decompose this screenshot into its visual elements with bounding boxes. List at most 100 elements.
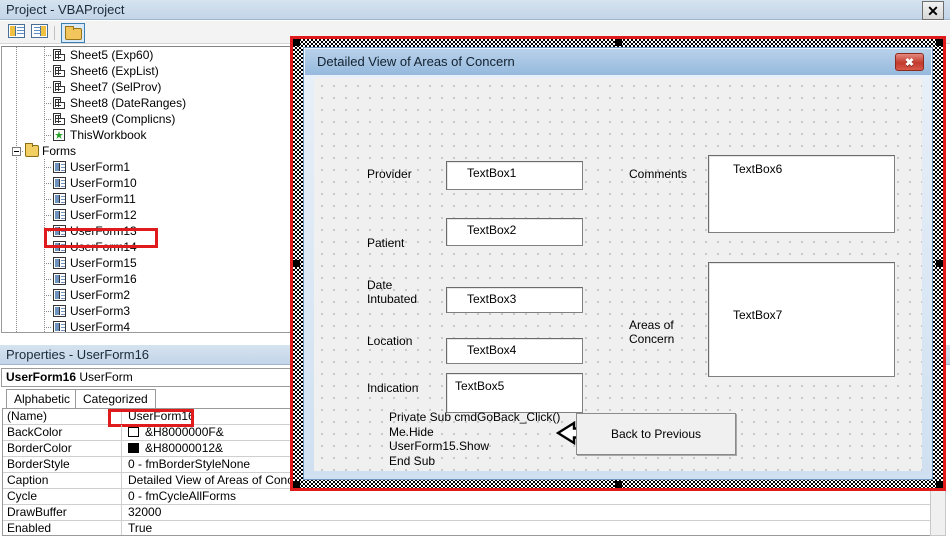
textbox7-text: TextBox7 bbox=[733, 308, 783, 322]
property-row[interactable]: Enabled True bbox=[3, 521, 945, 535]
tab-categorized[interactable]: Categorized bbox=[75, 389, 156, 409]
color-swatch-icon bbox=[128, 443, 139, 453]
view-object-icon bbox=[31, 24, 48, 38]
back-to-previous-button[interactable]: Back to Previous bbox=[576, 413, 736, 455]
tree-guide bbox=[44, 311, 52, 312]
tree-item-userform11[interactable]: UserForm11 bbox=[2, 191, 292, 207]
workbook-icon bbox=[53, 129, 65, 141]
folder-icon bbox=[65, 26, 82, 40]
property-name: BackColor bbox=[3, 425, 122, 441]
tree-item-sheet5-exp60[interactable]: Sheet5 (Exp60) bbox=[2, 47, 292, 63]
tree-guide bbox=[44, 295, 52, 296]
userform-canvas[interactable]: Provider Patient Date Intubated Location… bbox=[314, 78, 922, 471]
tree-guide bbox=[44, 263, 52, 264]
tree-guide bbox=[44, 319, 45, 332]
textbox4[interactable]: TextBox4 bbox=[446, 338, 583, 364]
userform-icon bbox=[53, 321, 66, 332]
userform-icon bbox=[53, 289, 66, 301]
property-row[interactable]: Cycle 0 - fmCycleAllForms bbox=[3, 489, 945, 505]
tree-item-sheet6-explist[interactable]: Sheet6 (ExpList) bbox=[2, 63, 292, 79]
userform-icon bbox=[53, 241, 66, 253]
properties-object-name: UserForm16 bbox=[6, 370, 77, 384]
userform-icon bbox=[53, 273, 66, 285]
tree-guide bbox=[44, 279, 52, 280]
tree-guide bbox=[16, 95, 17, 111]
property-name: Cycle bbox=[3, 489, 122, 505]
userform-designer-window: Detailed View of Areas of Concern ✖ Prov… bbox=[303, 47, 933, 480]
tree-guide bbox=[16, 319, 17, 332]
textbox5[interactable]: TextBox5 bbox=[446, 373, 583, 413]
userform-icon bbox=[53, 193, 66, 205]
property-value[interactable]: True bbox=[123, 521, 945, 535]
textbox6[interactable]: TextBox6 bbox=[708, 155, 895, 233]
tree-item-userform2[interactable]: UserForm2 bbox=[2, 287, 292, 303]
tree-guide bbox=[16, 223, 17, 239]
textbox1[interactable]: TextBox1 bbox=[446, 161, 583, 190]
view-code-icon bbox=[8, 24, 25, 38]
tree-item-label: UserForm14 bbox=[70, 240, 137, 254]
close-icon[interactable]: ✕ bbox=[922, 1, 944, 20]
toggle-folders-button[interactable] bbox=[61, 23, 85, 43]
textbox4-text: TextBox4 bbox=[467, 343, 517, 357]
tree-guide bbox=[44, 327, 52, 328]
property-value[interactable]: 0 - fmCycleAllForms bbox=[123, 489, 945, 505]
tree-guide bbox=[44, 87, 52, 88]
tree-guide bbox=[44, 119, 52, 120]
tree-item-forms[interactable]: Forms bbox=[2, 143, 292, 159]
tree-item-label: Sheet7 (SelProv) bbox=[70, 80, 162, 94]
userform-close-icon[interactable]: ✖ bbox=[895, 53, 924, 71]
tree-item-userform14[interactable]: UserForm14 bbox=[2, 239, 292, 255]
property-value[interactable]: 32000 bbox=[123, 505, 945, 521]
resize-handle[interactable] bbox=[293, 39, 300, 46]
resize-handle[interactable] bbox=[615, 481, 622, 488]
resize-handle[interactable] bbox=[293, 481, 300, 488]
tree-item-label: UserForm13 bbox=[70, 224, 137, 238]
tree-item-userform4[interactable]: UserForm4 bbox=[2, 319, 292, 332]
properties-object-type: UserForm bbox=[79, 370, 133, 384]
tree-item-label: UserForm3 bbox=[70, 304, 131, 318]
view-object-button[interactable] bbox=[31, 24, 50, 41]
tree-item-label: Sheet8 (DateRanges) bbox=[70, 96, 187, 110]
resize-handle[interactable] bbox=[936, 260, 943, 267]
resize-handle[interactable] bbox=[936, 39, 943, 46]
textbox2[interactable]: TextBox2 bbox=[446, 218, 583, 246]
tree-guide bbox=[16, 159, 17, 175]
tree-item-sheet7-selprov[interactable]: Sheet7 (SelProv) bbox=[2, 79, 292, 95]
date-intubated-label: Date Intubated bbox=[367, 278, 418, 306]
tree-item-userform13[interactable]: UserForm13 bbox=[2, 223, 292, 239]
property-name: (Name) bbox=[3, 409, 122, 425]
tree-item-thisworkbook[interactable]: ThisWorkbook bbox=[2, 127, 292, 143]
tab-alphabetic[interactable]: Alphabetic bbox=[6, 389, 79, 409]
project-explorer-titlebar: Project - VBAProject bbox=[0, 0, 950, 20]
textbox2-text: TextBox2 bbox=[467, 223, 517, 237]
sheet-icon bbox=[53, 81, 65, 93]
tree-item-userform3[interactable]: UserForm3 bbox=[2, 303, 292, 319]
tree-item-label: UserForm11 bbox=[70, 192, 136, 206]
tree-item-userform10[interactable]: UserForm10 bbox=[2, 175, 292, 191]
tree-collapse-icon[interactable] bbox=[12, 147, 21, 156]
resize-handle[interactable] bbox=[615, 39, 622, 46]
resize-handle[interactable] bbox=[293, 260, 300, 267]
view-code-button[interactable] bbox=[8, 24, 27, 41]
resize-handle[interactable] bbox=[936, 481, 943, 488]
tree-guide bbox=[16, 303, 17, 319]
textbox7[interactable]: TextBox7 bbox=[708, 262, 895, 377]
tree-item-userform12[interactable]: UserForm12 bbox=[2, 207, 292, 223]
property-row[interactable]: DrawBuffer 32000 bbox=[3, 505, 945, 521]
tree-guide bbox=[44, 71, 52, 72]
textbox3[interactable]: TextBox3 bbox=[446, 287, 583, 313]
tree-item-label: UserForm15 bbox=[70, 256, 137, 270]
tree-item-sheet9-complicns[interactable]: Sheet9 (Complicns) bbox=[2, 111, 292, 127]
tree-guide bbox=[44, 135, 52, 136]
tree-item-userform15[interactable]: UserForm15 bbox=[2, 255, 292, 271]
tree-item-label: Forms bbox=[42, 144, 76, 158]
userform-icon bbox=[53, 161, 66, 173]
tree-item-sheet8-dateranges[interactable]: Sheet8 (DateRanges) bbox=[2, 95, 292, 111]
tree-item-userform1[interactable]: UserForm1 bbox=[2, 159, 292, 175]
tree-guide bbox=[16, 63, 17, 79]
tree-item-label: Sheet6 (ExpList) bbox=[70, 64, 159, 78]
project-tree[interactable]: Sheet5 (Exp60) Sheet6 (ExpList) Sheet7 (Se… bbox=[1, 46, 293, 333]
tree-item-userform16[interactable]: UserForm16 bbox=[2, 271, 292, 287]
textbox3-text: TextBox3 bbox=[467, 292, 517, 306]
tree-guide bbox=[44, 247, 52, 248]
